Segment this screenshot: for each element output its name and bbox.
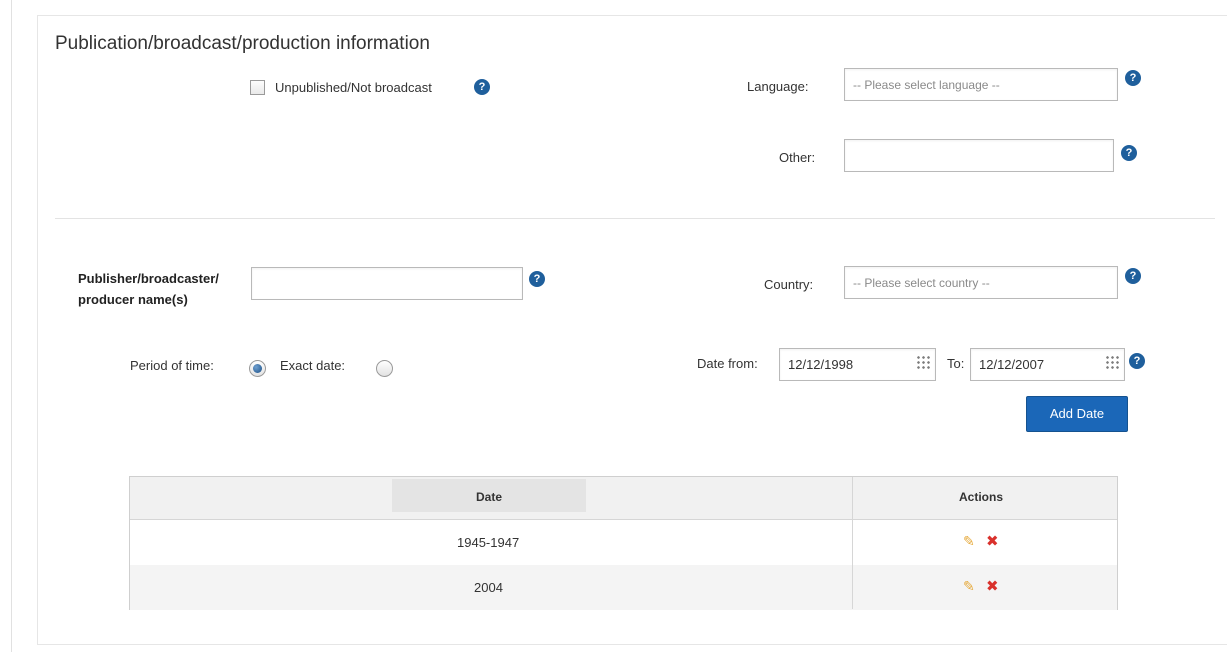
- publisher-label-line1: Publisher/broadcaster/: [78, 271, 219, 286]
- country-select[interactable]: -- Please select country --: [844, 266, 1118, 299]
- language-select[interactable]: -- Please select language --: [844, 68, 1118, 101]
- delete-icon[interactable]: ✖: [986, 532, 999, 550]
- date-from-input[interactable]: 12/12/1998: [779, 348, 936, 381]
- pencil-icon[interactable]: ✎: [963, 533, 975, 550]
- help-icon[interactable]: ?: [1129, 353, 1145, 369]
- publisher-input[interactable]: [251, 267, 523, 300]
- add-date-button[interactable]: Add Date: [1026, 396, 1128, 432]
- delete-icon[interactable]: ✖: [986, 577, 999, 595]
- date-to-label: To:: [947, 356, 965, 371]
- help-icon[interactable]: ?: [1125, 70, 1141, 86]
- table-row: 2004 ✎ ✖: [130, 565, 1117, 610]
- exact-date-label: Exact date:: [280, 358, 346, 373]
- country-label: Country:: [764, 277, 814, 292]
- country-placeholder: -- Please select country --: [853, 276, 990, 290]
- table-row: 1945-1947 ✎ ✖: [130, 520, 1117, 565]
- left-border: [11, 0, 12, 652]
- table-header: Date Actions: [130, 477, 1117, 520]
- help-icon[interactable]: ?: [474, 79, 490, 95]
- column-separator: [852, 477, 853, 609]
- calendar-icon[interactable]: [1105, 355, 1119, 369]
- help-icon[interactable]: ?: [1121, 145, 1137, 161]
- help-icon[interactable]: ?: [1125, 268, 1141, 284]
- language-label: Language:: [747, 79, 809, 94]
- date-to-input[interactable]: 12/12/2007: [970, 348, 1125, 381]
- date-from-value: 12/12/1998: [788, 357, 854, 372]
- period-radio[interactable]: [249, 360, 266, 377]
- date-cell: 1945-1947: [457, 535, 520, 550]
- publisher-label-line2: producer name(s): [78, 292, 188, 307]
- period-label: Period of time:: [130, 358, 214, 373]
- dates-table: Date Actions 1945-1947 ✎ ✖ 2004 ✎ ✖: [129, 476, 1118, 610]
- actions-column-header: Actions: [959, 490, 1004, 504]
- date-to-value: 12/12/2007: [979, 357, 1045, 372]
- unpublished-checkbox[interactable]: [250, 80, 265, 95]
- unpublished-label: Unpublished/Not broadcast: [275, 80, 432, 95]
- section-divider: [55, 218, 1215, 219]
- date-column-header[interactable]: Date: [476, 490, 502, 504]
- pencil-icon[interactable]: ✎: [963, 578, 975, 595]
- date-from-label: Date from:: [697, 356, 758, 371]
- help-icon[interactable]: ?: [529, 271, 545, 287]
- calendar-icon[interactable]: [916, 355, 930, 369]
- date-cell: 2004: [474, 580, 503, 595]
- language-placeholder: -- Please select language --: [853, 78, 1000, 92]
- other-label: Other:: [779, 150, 816, 165]
- exact-date-radio[interactable]: [376, 360, 393, 377]
- other-input[interactable]: [844, 139, 1114, 172]
- publisher-label: Publisher/broadcaster/ producer name(s): [78, 268, 219, 310]
- section-title: Publication/broadcast/production informa…: [55, 33, 430, 54]
